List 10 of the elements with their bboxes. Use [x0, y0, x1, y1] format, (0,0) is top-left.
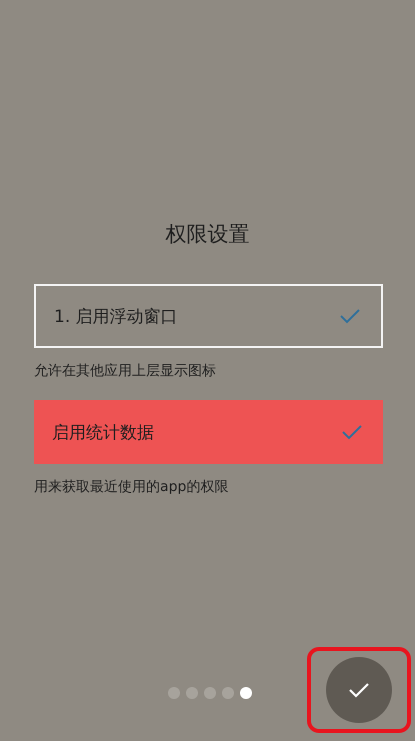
permission-label: 启用统计数据: [52, 422, 154, 444]
permission-description: 允许在其他应用上层显示图标: [34, 362, 217, 380]
page-title: 权限设置: [164, 221, 250, 248]
check-icon: [341, 423, 363, 441]
permission-description: 用来获取最近使用的app的权限: [34, 478, 230, 496]
check-icon: [339, 307, 361, 325]
permission-label: 1. 启用浮动窗口: [54, 306, 178, 328]
permission-row[interactable]: 启用统计数据: [34, 400, 383, 464]
permission-row[interactable]: 1. 启用浮动窗口: [34, 284, 383, 348]
check-icon: [348, 681, 370, 699]
